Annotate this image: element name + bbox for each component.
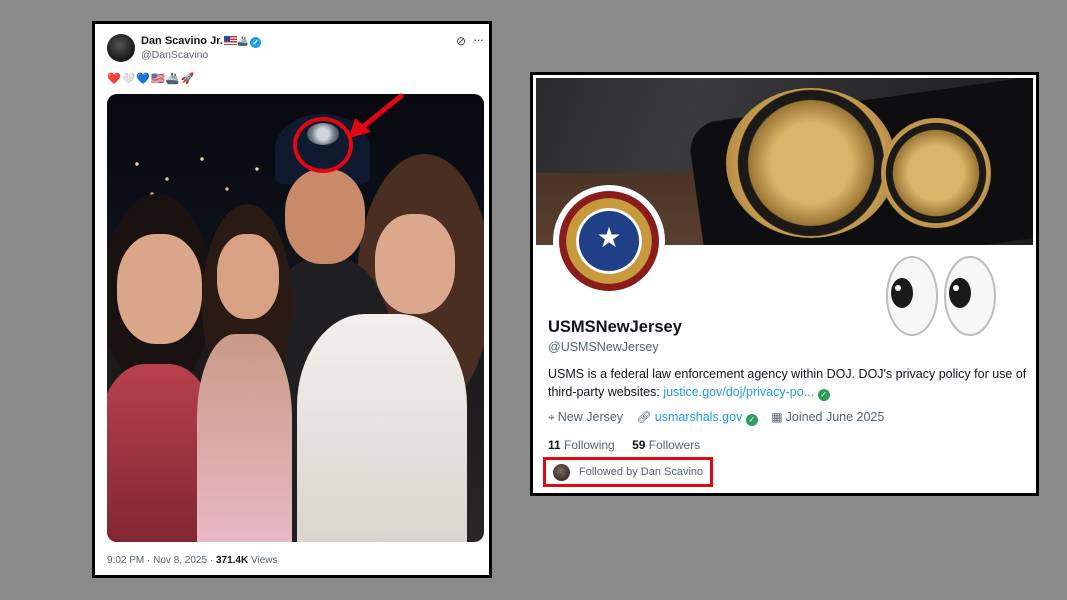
us-flag-icon [223, 36, 237, 45]
grok-icon[interactable]: ⊘ [456, 34, 466, 48]
usms-seal-icon [559, 191, 659, 291]
profile-display-name: USMSNewJersey [548, 318, 682, 336]
verified-gov-icon: ✓ [745, 414, 758, 426]
followers-link[interactable]: 59 Followers [632, 438, 700, 452]
followed-by-text: Followed by Dan Scavino [579, 466, 704, 478]
profile-card: USMSNewJersey @USMSNewJersey USMS is a f… [530, 72, 1039, 496]
following-count: 11 [548, 438, 561, 452]
photo-figure [197, 334, 292, 542]
photo-figure [285, 169, 365, 264]
views-label: Views [248, 555, 278, 566]
link-icon: 🔗︎ [636, 410, 652, 424]
verified-gov-icon: ✓ [817, 389, 830, 401]
followed-by-highlight[interactable]: Followed by Dan Scavino [543, 457, 713, 487]
followers-label: Followers [648, 438, 701, 452]
red-arrow-icon [349, 93, 404, 138]
tweet-text: ❤️🤍💙🇺🇸🚢🚀 [107, 73, 196, 85]
author-name-row[interactable]: Dan Scavino Jr. 🚢 ✓ [141, 35, 262, 48]
location-icon: ⌖ [548, 410, 555, 424]
profile-stats: 11 Following 59 Followers [548, 438, 700, 452]
bio-link[interactable]: justice.gov/doj/privacy-po... [663, 385, 814, 399]
profile-meta: ⌖ New Jersey 🔗︎ usmarshals.gov ✓ ▦ Joined J… [548, 410, 894, 426]
profile-bio: USMS is a federal law enforcement agency… [548, 365, 1028, 401]
profile-avatar[interactable] [553, 185, 665, 297]
photo-figure [217, 234, 279, 319]
photo-figure [375, 214, 455, 314]
more-icon[interactable]: ··· [473, 32, 484, 47]
marshal-badge-image [881, 118, 991, 228]
highlight-circle [293, 117, 353, 173]
profile-handle: @USMSNewJersey [548, 340, 659, 354]
followers-count: 59 [632, 438, 646, 452]
author-avatar[interactable] [107, 34, 135, 62]
ship-icon: 🚢 [236, 36, 249, 46]
author-handle[interactable]: @DanScavino [141, 49, 208, 61]
following-label: Following [564, 438, 615, 452]
profile-website[interactable]: usmarshals.gov [655, 410, 743, 424]
views-count: 371.4K [215, 555, 249, 566]
following-link[interactable]: 11 Following [548, 438, 615, 452]
photo-figure [297, 314, 467, 542]
tweet-photo[interactable] [107, 94, 484, 542]
tweet-card: Dan Scavino Jr. 🚢 ✓ @DanScavino ⊘ ··· ❤️🤍💙… [92, 21, 492, 578]
tweet-timestamp[interactable]: 9:02 PM · Nov 8, 2025 · [107, 555, 216, 566]
verified-badge-icon: ✓ [250, 37, 262, 48]
eyes-emoji-icon [886, 256, 996, 336]
profile-joined: Joined June 2025 [785, 410, 885, 424]
tweet-footer: 9:02 PM · Nov 8, 2025 · 371.4K Views [107, 555, 277, 566]
calendar-icon: ▦ [771, 410, 783, 424]
author-name[interactable]: Dan Scavino Jr. [141, 35, 223, 47]
follower-avatar [553, 464, 570, 481]
photo-figure [117, 234, 202, 344]
marshal-badge-image [726, 88, 896, 238]
profile-location: New Jersey [557, 410, 624, 424]
